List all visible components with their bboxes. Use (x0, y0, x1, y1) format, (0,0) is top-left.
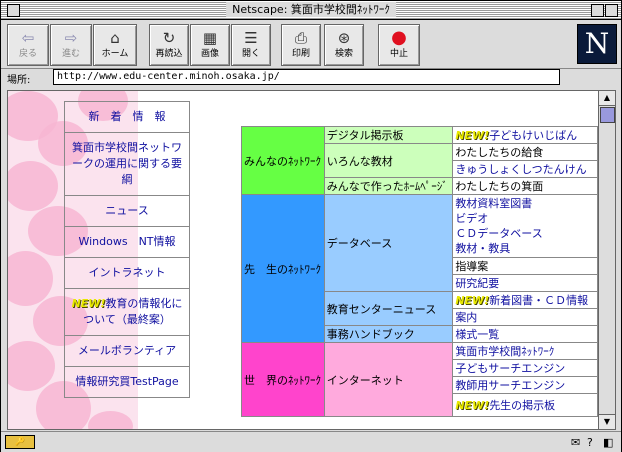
link-kids-board[interactable]: NEW!子どもけいじばん (452, 126, 598, 144)
group-teachers: 先 生のﾈｯﾄﾜｰｸ (241, 194, 325, 343)
title-bar[interactable]: Netscape: 箕面市学校間ﾈｯﾄﾜｰｸ (1, 1, 621, 20)
link-kitchen-tour[interactable]: きゅうしょくしつたんけん (452, 160, 598, 178)
sidebar-item-guidelines[interactable]: 箕面市学校間ネットワークの運用に関する要綱 (65, 133, 189, 196)
link-research[interactable]: 研究紀要 (452, 274, 598, 292)
netscape-logo-icon[interactable]: N (577, 24, 617, 64)
link-teacher-board[interactable]: NEW!先生の掲示板 (452, 393, 598, 417)
category-center-news: 教育センターニュース (323, 291, 454, 326)
category-homepages: みんなで作ったﾎｰﾑﾍﾟｰｼﾞ (323, 177, 454, 195)
sidebar-item-informatization[interactable]: NEW!教育の情報化について（最終案） (65, 289, 189, 336)
group-everyone: みんなのﾈｯﾄﾜｰｸ (241, 126, 325, 195)
binoculars-icon: ⊛ (337, 29, 351, 47)
link-forms[interactable]: 様式一覧 (452, 325, 598, 343)
find-button[interactable]: ⊛ 検索 (324, 24, 364, 66)
vertical-scrollbar[interactable]: ▲ ▼ (598, 90, 616, 430)
url-input[interactable]: http://www.edu-center.minoh.osaka.jp/ (53, 69, 560, 85)
group-world: 世 界のﾈｯﾄﾜｰｸ (241, 342, 325, 417)
link-kids-search[interactable]: 子どもサーチエンジン (452, 359, 598, 377)
mail-icon[interactable]: ✉ (571, 436, 580, 449)
category-internet: インターネット (323, 342, 454, 417)
link-teacher-search[interactable]: 教師用サーチエンジン (452, 376, 598, 394)
link-guide[interactable]: 案内 (452, 308, 598, 326)
sidebar-item-new-info[interactable]: 新 着 情 報 (65, 102, 189, 133)
open-icon: ☰ (244, 29, 258, 47)
link-our-minoh[interactable]: わたしたちの箕面 (452, 177, 598, 195)
reload-icon: ↻ (162, 29, 176, 47)
sidebar-item-news[interactable]: ニュース (65, 196, 189, 227)
component-bar-icon[interactable]: ◧ (603, 436, 613, 449)
forward-arrow-icon: ⇨ (64, 29, 78, 47)
toolbar: ⇦ 戻る ⇨ 進む ⌂ ホーム ↻ 再読込 ▦ 画像 ☰ 開く ⎙ 印刷 ⊛ 検 (1, 20, 621, 69)
help-icon[interactable]: ? (587, 436, 593, 449)
scroll-up-icon[interactable]: ▲ (599, 91, 615, 106)
security-icon[interactable]: 🔑 (5, 435, 35, 449)
stop-button[interactable]: ● 中止 (378, 24, 420, 66)
images-icon: ▦ (202, 29, 218, 47)
link-minoh-network[interactable]: 箕面市学校間ﾈｯﾄﾜｰｸ (452, 342, 598, 360)
home-icon: ⌂ (110, 29, 120, 47)
sidebar-item-test-page[interactable]: 情報研究買TestPage (65, 367, 189, 397)
location-label: 場所: (7, 75, 31, 86)
window-title: Netscape: 箕面市学校間ﾈｯﾄﾜｰｸ (226, 2, 396, 17)
status-bar: 🔑 ✉ ? ◧ (1, 431, 621, 452)
forward-button[interactable]: ⇨ 進む (50, 24, 92, 66)
zoom-box[interactable] (591, 4, 604, 17)
home-button[interactable]: ⌂ ホーム (93, 24, 137, 66)
category-digital-board: デジタル掲示板 (323, 126, 454, 144)
scroll-thumb[interactable] (600, 107, 615, 123)
print-button[interactable]: ⎙ 印刷 (281, 24, 321, 66)
back-arrow-icon: ⇦ (21, 29, 35, 47)
sidebar-item-mail-volunteer[interactable]: メールボランティア (65, 336, 189, 367)
category-office-handbook: 事務ハンドブック (323, 325, 454, 343)
database-links[interactable]: 教材資料室図書 ビデオ ＣＤデータベース 教材・教具 (452, 194, 598, 258)
new-badge: NEW! (71, 297, 106, 310)
images-button[interactable]: ▦ 画像 (190, 24, 230, 66)
back-button[interactable]: ⇦ 戻る (7, 24, 49, 66)
sidebar-menu: 新 着 情 報 箕面市学校間ネットワークの運用に関する要綱 ニュース Windo… (64, 101, 190, 398)
link-lesson-plans[interactable]: 指導案 (452, 257, 598, 275)
page-content: 新 着 情 報 箕面市学校間ネットワークの運用に関する要綱 ニュース Windo… (7, 90, 599, 430)
stop-icon: ● (391, 27, 407, 48)
sidebar-item-intranet[interactable]: イントラネット (65, 258, 189, 289)
browser-window: Netscape: 箕面市学校間ﾈｯﾄﾜｰｸ ⇦ 戻る ⇨ 進む ⌂ ホーム ↻… (0, 0, 622, 452)
category-database: データベース (323, 194, 454, 292)
category-materials: いろんな教材 (323, 143, 454, 178)
open-button[interactable]: ☰ 開く (231, 24, 271, 66)
reload-button[interactable]: ↻ 再読込 (149, 24, 189, 66)
location-bar: 場所: http://www.edu-center.minoh.osaka.jp… (1, 69, 621, 87)
link-our-lunch[interactable]: わたしたちの給食 (452, 143, 598, 161)
close-box[interactable] (7, 4, 20, 17)
link-new-books[interactable]: NEW!新着図書・ＣＤ情報 (452, 291, 598, 309)
sidebar-item-windows-nt[interactable]: Windows NT情報 (65, 227, 189, 258)
print-icon: ⎙ (294, 29, 307, 47)
directory-table: みんなのﾈｯﾄﾜｰｸ デジタル掲示板 NEW!子どもけいじばん いろんな教材 わ… (241, 126, 598, 417)
collapse-box[interactable] (605, 4, 618, 17)
scroll-down-icon[interactable]: ▼ (599, 414, 615, 429)
